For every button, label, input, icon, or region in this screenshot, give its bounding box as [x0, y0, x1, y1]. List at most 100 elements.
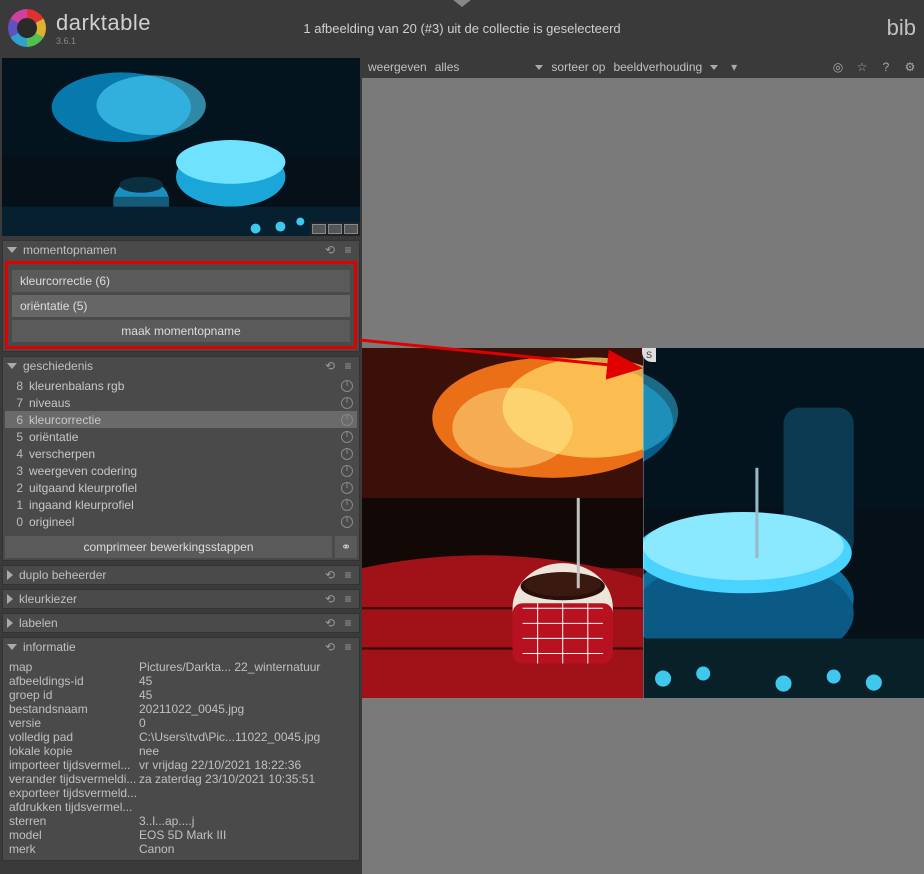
history-label: oriëntatie — [29, 430, 341, 444]
history-item[interactable]: 0 origineel — [5, 513, 357, 530]
history-item[interactable]: 7 niveaus — [5, 394, 357, 411]
duplicate-header[interactable]: duplo beheerder ⟲ ≡ — [3, 566, 359, 584]
tags-header[interactable]: labelen ⟲ ≡ — [3, 614, 359, 632]
view-label[interactable]: bib — [887, 15, 916, 41]
info-value: 20211022_0045.jpg — [139, 702, 353, 716]
preferences-gear-icon[interactable]: ⚙ — [902, 59, 918, 75]
history-item[interactable]: 3 weergeven codering — [5, 462, 357, 479]
history-header[interactable]: geschiedenis ⟲ ≡ — [3, 357, 359, 375]
history-item[interactable]: 6 kleurcorrectie — [5, 411, 357, 428]
chevron-down-icon — [7, 247, 17, 253]
snapshot-label: oriëntatie (5) — [20, 299, 87, 313]
sort-label: sorteer op — [551, 60, 605, 74]
info-key: importeer tijdsvermel... — [9, 758, 139, 772]
history-index: 0 — [9, 515, 23, 529]
overlay-star-icon[interactable]: ☆ — [854, 59, 870, 75]
image-canvas[interactable]: S — [362, 78, 924, 874]
history-item[interactable]: 1 ingaand kleurprofiel — [5, 496, 357, 513]
history-item[interactable]: 5 oriëntatie — [5, 428, 357, 445]
button-label: maak momentopname — [121, 324, 240, 338]
power-icon[interactable] — [341, 482, 353, 494]
badge-label: S — [646, 350, 652, 360]
info-key: lokale kopie — [9, 744, 139, 758]
reset-icon[interactable]: ⟲ — [323, 640, 337, 654]
panel-title: kleurkiezer — [19, 592, 319, 606]
presets-icon[interactable]: ≡ — [341, 568, 355, 582]
history-label: uitgaand kleurprofiel — [29, 481, 341, 495]
app-title: darktable — [56, 10, 151, 36]
preview-toolbar — [310, 222, 360, 236]
info-value: 0 — [139, 716, 353, 730]
power-icon[interactable] — [341, 414, 353, 426]
reset-icon[interactable]: ⟲ — [323, 243, 337, 257]
presets-icon[interactable]: ≡ — [341, 592, 355, 606]
power-icon[interactable] — [341, 448, 353, 460]
info-value: za zaterdag 23/10/2021 10:35:51 — [139, 772, 353, 786]
top-collapse-handle[interactable] — [452, 0, 472, 7]
panel-title: informatie — [23, 640, 319, 654]
app-logo-icon — [8, 9, 46, 47]
compress-history-button[interactable]: comprimeer bewerkingsstappen — [5, 536, 332, 558]
snapshots-header[interactable]: momentopnamen ⟲ ≡ — [3, 241, 359, 259]
presets-icon[interactable]: ≡ — [341, 243, 355, 257]
colorpicker-header[interactable]: kleurkiezer ⟲ ≡ — [3, 590, 359, 608]
center-view: weergeven alles sorteer op beeldverhoudi… — [362, 56, 924, 874]
reset-icon[interactable]: ⟲ — [323, 616, 337, 630]
reset-icon[interactable]: ⟲ — [323, 359, 337, 373]
help-icon[interactable]: ? — [878, 59, 894, 75]
show-dropdown[interactable]: alles — [435, 60, 460, 74]
info-key: bestandsnaam — [9, 702, 139, 716]
history-item[interactable]: 4 verscherpen — [5, 445, 357, 462]
info-key: merk — [9, 842, 139, 856]
snapshot-item[interactable]: oriëntatie (5) — [12, 295, 350, 317]
presets-icon[interactable]: ≡ — [341, 640, 355, 654]
info-row: verander tijdsvermeldi...za zaterdag 23/… — [9, 772, 353, 786]
annotation-highlight: kleurcorrectie (6) oriëntatie (5) maak m… — [5, 261, 357, 349]
snapshot-item[interactable]: kleurcorrectie (6) — [12, 270, 350, 292]
presets-icon[interactable]: ≡ — [341, 359, 355, 373]
reset-icon[interactable]: ⟲ — [323, 592, 337, 606]
power-icon[interactable] — [341, 431, 353, 443]
presets-icon[interactable]: ≡ — [341, 616, 355, 630]
dropdown-value: beeldverhouding — [613, 60, 702, 74]
info-value: 45 — [139, 688, 353, 702]
info-panel: informatie ⟲ ≡ mapPictures/Darkta... 22_… — [2, 637, 360, 861]
history-panel: geschiedenis ⟲ ≡ 8 kleurenbalans rgb 7 n… — [2, 356, 360, 561]
power-icon[interactable] — [341, 380, 353, 392]
panel-title: duplo beheerder — [19, 568, 319, 582]
history-item[interactable]: 2 uitgaand kleurprofiel — [5, 479, 357, 496]
history-label: kleurcorrectie — [29, 413, 341, 427]
info-header[interactable]: informatie ⟲ ≡ — [3, 638, 359, 656]
info-key: verander tijdsvermeldi... — [9, 772, 139, 786]
left-sidebar: momentopnamen ⟲ ≡ kleurcorrectie (6) ori… — [0, 56, 362, 874]
grouping-icon[interactable]: ◎ — [830, 59, 846, 75]
info-row: afbeeldings-id45 — [9, 674, 353, 688]
panel-title: geschiedenis — [23, 359, 319, 373]
reset-icon[interactable]: ⟲ — [323, 568, 337, 582]
dropdown-value: alles — [435, 60, 460, 74]
app-version: 3.6.1 — [56, 36, 151, 46]
power-icon[interactable] — [341, 516, 353, 528]
panel-title: labelen — [19, 616, 319, 630]
info-row: merkCanon — [9, 842, 353, 856]
history-index: 1 — [9, 498, 23, 512]
info-value: 45 — [139, 674, 353, 688]
preview-mode-icon[interactable] — [328, 224, 342, 234]
chevron-down-icon — [7, 363, 17, 369]
sort-direction-button[interactable]: ▾ — [726, 59, 742, 75]
info-value: Pictures/Darkta... 22_winternatuur — [139, 660, 353, 674]
power-icon[interactable] — [341, 465, 353, 477]
power-icon[interactable] — [341, 499, 353, 511]
history-item[interactable]: 8 kleurenbalans rgb — [5, 377, 357, 394]
sort-dropdown[interactable]: beeldverhouding — [613, 60, 702, 74]
take-snapshot-button[interactable]: maak momentopname — [12, 320, 350, 342]
navigation-preview[interactable] — [2, 58, 360, 236]
chevron-right-icon — [7, 594, 13, 604]
preview-mode-icon[interactable] — [312, 224, 326, 234]
status-text: 1 afbeelding van 20 (#3) uit de collecti… — [303, 21, 620, 36]
snapshot-label: kleurcorrectie (6) — [20, 274, 110, 288]
split-divider[interactable] — [643, 348, 644, 698]
create-style-button[interactable]: ⚭ — [335, 536, 357, 558]
preview-mode-icon[interactable] — [344, 224, 358, 234]
power-icon[interactable] — [341, 397, 353, 409]
